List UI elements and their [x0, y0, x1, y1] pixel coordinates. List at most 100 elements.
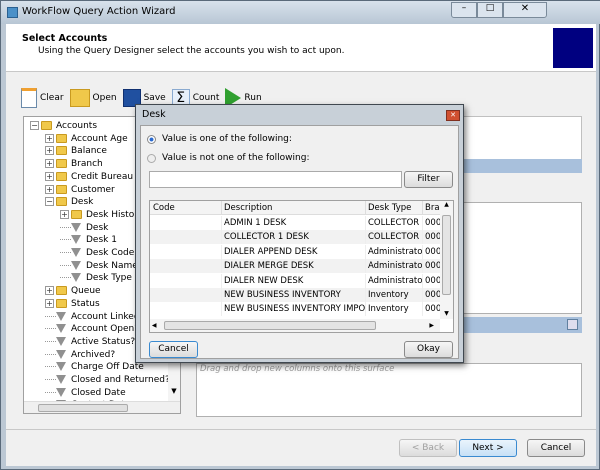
tree-item[interactable]: − Accounts — [30, 120, 97, 133]
tree-item-label: Status — [71, 298, 100, 309]
column-code[interactable]: Code — [153, 201, 219, 215]
clear-button[interactable]: Clear — [21, 88, 64, 108]
collapse-button[interactable] — [567, 319, 578, 330]
open-button[interactable]: Open — [69, 89, 117, 107]
filter-field-icon — [71, 260, 81, 270]
table-row[interactable]: NEWNEW BUSINESS INVENTORYInventory000 — [150, 288, 440, 302]
tree-item[interactable]: + Desk History — [60, 209, 143, 222]
tree-item-label: Closed Date — [71, 387, 126, 398]
expand-icon[interactable]: + — [45, 286, 54, 296]
maximize-button[interactable]: □ — [477, 2, 503, 18]
tree-item[interactable]: Desk Type — [60, 272, 132, 285]
filter-input[interactable] — [149, 171, 402, 188]
grid-vertical-scrollbar[interactable]: ▲ ▼ — [440, 201, 453, 319]
table-row[interactable]: 0000000ADMIN 1 DESKCOLLECTOR000 — [150, 216, 440, 230]
tree-item-label: Account Open? — [71, 324, 140, 335]
row-description: NEW BUSINESS INVENTORY IMPORT — [221, 302, 365, 317]
new-document-icon — [21, 88, 37, 108]
expand-icon[interactable]: + — [45, 146, 54, 156]
close-button[interactable]: ✕ — [503, 2, 547, 18]
minimize-button[interactable]: – — [451, 2, 477, 18]
expand-icon[interactable]: + — [45, 133, 54, 143]
tree-item[interactable]: + Credit Bureau Re — [45, 171, 147, 184]
footer-divider — [6, 429, 596, 430]
cancel-button[interactable]: Cancel — [527, 439, 585, 457]
folder-icon — [56, 197, 67, 207]
radio-one-of[interactable]: Value is one of the following: — [147, 134, 292, 144]
tree-item[interactable]: + Branch — [45, 158, 103, 171]
tree-item[interactable]: Closed Date — [45, 387, 126, 400]
tree-item[interactable]: Desk Name — [60, 260, 138, 273]
column-desk-type[interactable]: Desk Type — [365, 201, 422, 215]
tree-item-label: Queue — [71, 286, 101, 297]
back-button[interactable]: < Back — [399, 439, 457, 457]
tree-item[interactable]: + Customer — [45, 184, 115, 197]
tree-item-label: Desk Name — [86, 260, 138, 271]
row-description: ADMIN 1 DESK — [221, 216, 365, 230]
dialog-content: Value is one of the following: Value is … — [140, 125, 459, 359]
columns-drop-surface[interactable]: Drag and drop new columns onto this surf… — [196, 363, 582, 417]
radio-selected-icon — [147, 134, 156, 144]
header-logo — [553, 28, 593, 68]
tree-item-label: Desk — [71, 197, 94, 208]
filter-field-icon — [71, 235, 81, 245]
table-row[interactable]: C1COLLECTOR 1 DESKCOLLECTOR000 — [150, 230, 440, 245]
table-row[interactable]: NEWIMPORTNEW BUSINESS INVENTORY IMPORTIn… — [150, 302, 440, 317]
row-desk-type: Administrator — [365, 273, 422, 288]
expand-icon[interactable]: + — [45, 159, 54, 169]
filter-field-icon — [56, 387, 66, 397]
row-branch: 000 — [422, 302, 440, 317]
filter-field-icon — [71, 248, 81, 257]
filter-button[interactable]: Filter — [404, 171, 453, 188]
tree-item[interactable]: Account Linked? — [45, 311, 144, 324]
grid-horizontal-scrollbar[interactable]: ◀ ▶ — [150, 319, 440, 332]
column-description[interactable]: Description — [221, 201, 365, 215]
filter-field-icon — [56, 336, 66, 346]
tree-item[interactable]: Closed and Returned? — [45, 374, 170, 387]
row-description: DIALER MERGE DESK — [221, 259, 365, 274]
folder-icon — [56, 286, 67, 296]
folder-icon — [71, 209, 82, 219]
dialog-close-button[interactable]: ✕ — [446, 110, 460, 121]
tree-item[interactable]: Desk Code — [60, 247, 134, 260]
tree-item-label: Active Status? — [71, 336, 136, 347]
dialog-okay-button[interactable]: Okay — [404, 341, 453, 358]
tree-item-label: Desk 1 — [86, 235, 117, 246]
filter-field-icon — [71, 222, 81, 232]
row-description: DIALER NEW DESK — [221, 273, 365, 288]
collapse-icon[interactable]: − — [45, 197, 54, 207]
expand-icon[interactable]: + — [45, 171, 54, 181]
expand-icon[interactable]: + — [60, 209, 69, 219]
next-button[interactable]: Next > — [459, 439, 517, 457]
folder-icon — [41, 121, 52, 130]
table-row[interactable]: DIALERNEWDIALER NEW DESKAdministrator000 — [150, 273, 440, 288]
tree-item[interactable]: Desk 1 — [60, 234, 117, 247]
radio-not-one-of[interactable]: Value is not one of the following: — [147, 153, 310, 163]
tree-item[interactable]: + Balance — [45, 145, 107, 158]
table-row[interactable]: DIALERAPPDDIALER APPEND DESKAdministrato… — [150, 244, 440, 259]
collapse-icon[interactable]: − — [30, 121, 39, 130]
table-row[interactable]: DIALERMERGDIALER MERGE DESKAdministrator… — [150, 259, 440, 274]
tree-item[interactable]: + Queue — [45, 285, 101, 298]
expand-icon[interactable]: + — [45, 184, 54, 194]
row-desk-type: Inventory — [365, 302, 422, 317]
tree-item-label: Branch — [71, 159, 103, 170]
dialog-title: Desk — [142, 109, 166, 120]
tree-item[interactable]: Active Status? — [45, 336, 135, 349]
tree-item[interactable]: Desk — [60, 222, 108, 235]
row-branch: 000 — [422, 216, 440, 230]
row-desk-type: COLLECTOR — [365, 216, 422, 230]
tree-item[interactable]: + Account Age — [45, 133, 128, 146]
tree-item[interactable]: Charge Off Date — [45, 361, 144, 374]
tree-item[interactable]: Account Open? — [45, 323, 139, 336]
tree-item-label: Customer — [71, 184, 115, 195]
tree-item[interactable]: Archived? — [45, 349, 115, 362]
expand-icon[interactable]: + — [45, 298, 54, 308]
tree-horizontal-scrollbar[interactable] — [24, 401, 180, 413]
column-branch[interactable]: Bra — [422, 201, 440, 215]
row-branch: 000 — [422, 288, 440, 302]
dialog-cancel-button[interactable]: Cancel — [149, 341, 198, 358]
tree-item[interactable]: + Status — [45, 298, 100, 311]
page-subtitle: Using the Query Designer select the acco… — [38, 46, 345, 56]
tree-item[interactable]: − Desk — [45, 196, 93, 209]
